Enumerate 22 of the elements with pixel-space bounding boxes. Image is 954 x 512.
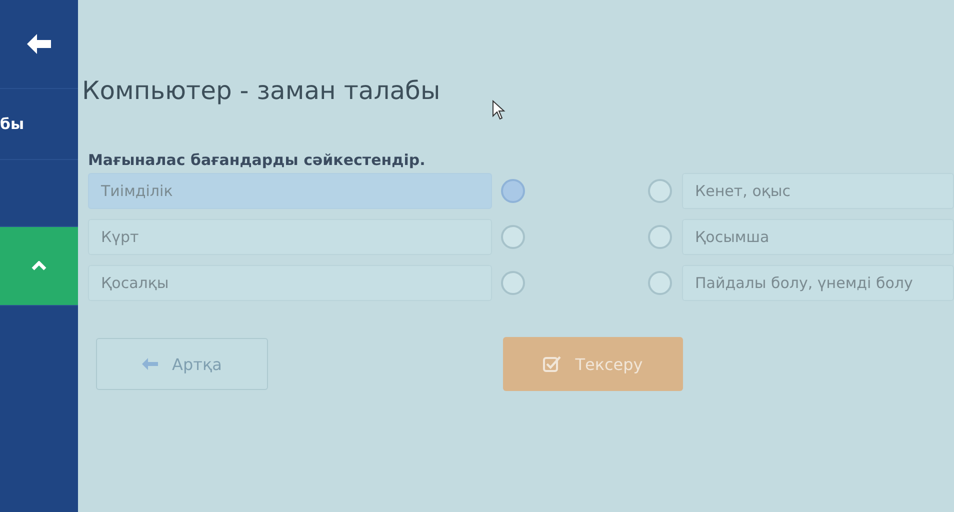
cursor-icon — [492, 100, 506, 120]
match-option[interactable]: Пайдалы болу, үнемді болу — [682, 265, 954, 301]
radio-button[interactable] — [648, 271, 672, 295]
checkbox-icon — [543, 356, 562, 372]
lesson-title: Компьютер - заман талабы — [82, 76, 442, 105]
radio-button[interactable] — [501, 179, 525, 203]
match-option[interactable]: Тиімділік — [88, 173, 492, 209]
radio-button[interactable] — [501, 271, 525, 295]
sidebar-label: бы — [0, 115, 24, 133]
collapse-panel[interactable] — [0, 227, 78, 306]
radio-button[interactable] — [501, 225, 525, 249]
instruction-text: Мағыналас бағандарды сәйкестендір. — [88, 151, 426, 169]
chevron-up-icon — [31, 261, 47, 271]
radio-button[interactable] — [648, 225, 672, 249]
match-option[interactable]: Күрт — [88, 219, 492, 255]
radio-button[interactable] — [648, 179, 672, 203]
back-arrow-icon[interactable] — [26, 33, 52, 55]
match-option[interactable]: Кенет, оқыс — [682, 173, 954, 209]
match-option[interactable]: Қосымша — [682, 219, 954, 255]
match-option[interactable]: Қосалқы — [88, 265, 492, 301]
check-button[interactable]: Тексеру — [503, 337, 683, 391]
back-arrow-icon — [142, 358, 158, 370]
